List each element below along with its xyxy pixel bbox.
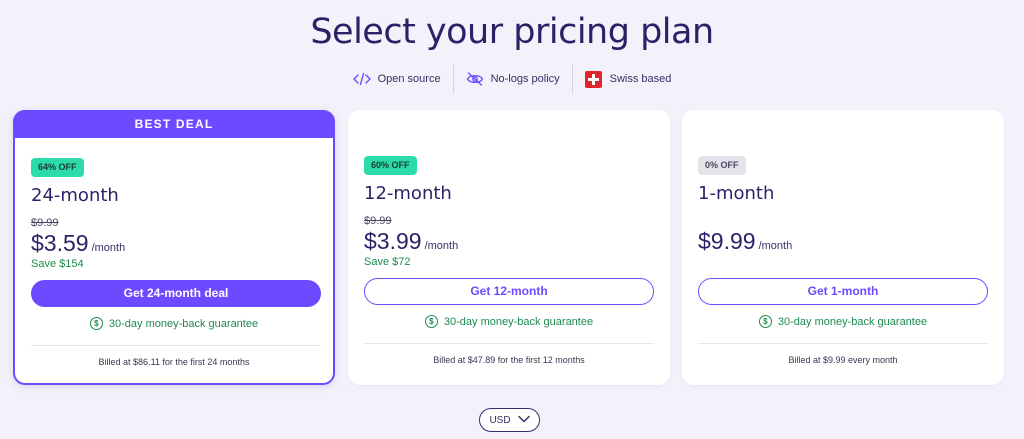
get-1-month-button[interactable]: Get 1-month: [698, 278, 988, 305]
price-amount: $3.59: [31, 230, 89, 256]
price-amount: $9.99: [698, 228, 756, 254]
billing-note: Billed at $9.99 every month: [788, 355, 898, 365]
feature-swiss-based: Swiss based: [571, 64, 684, 94]
guarantee-label: 30-day money-back guarantee: [777, 315, 928, 328]
price-row: $9.99 /month: [698, 228, 792, 255]
original-price: $9.99: [364, 215, 392, 227]
plan-name: 1-month: [698, 183, 775, 204]
page-title: Select your pricing plan: [310, 12, 714, 52]
feature-label: Swiss based: [609, 73, 672, 85]
price-period: /month: [424, 240, 459, 252]
plan-card-12-month: 60% OFF 12-month $9.99 $3.99 /month Save…: [348, 110, 670, 385]
best-deal-ribbon: BEST DEAL: [13, 110, 335, 138]
discount-badge: 60% OFF: [364, 156, 417, 175]
feature-list: Open source No-logs policy Swiss based: [0, 64, 1024, 94]
divider: [698, 343, 988, 344]
dollar-circle-icon: $: [758, 315, 772, 328]
code-icon: [352, 70, 371, 88]
discount-badge: 64% OFF: [31, 158, 84, 177]
feature-open-source: Open source: [341, 64, 453, 94]
swiss-flag-icon: [585, 70, 603, 88]
divider: [31, 345, 321, 346]
plan-name: 12-month: [364, 183, 452, 204]
price-amount: $3.99: [364, 228, 422, 254]
chevron-down-icon: [517, 415, 530, 426]
guarantee-label: 30-day money-back guarantee: [108, 317, 259, 330]
billing-note: Billed at $47.89 for the first 12 months: [433, 355, 585, 365]
billing-note: Billed at $86.11 for the first 24 months: [98, 357, 250, 367]
savings-text: Save $72: [364, 256, 411, 268]
get-12-month-button[interactable]: Get 12-month: [364, 278, 654, 305]
divider: [364, 343, 654, 344]
price-row: $3.99 /month: [364, 228, 458, 255]
currency-value: USD: [489, 414, 511, 426]
price-period: /month: [758, 240, 793, 252]
money-back-guarantee: $ 30-day money-back guarantee: [682, 315, 1004, 328]
plan-card-24-month: BEST DEAL 64% OFF 24-month $9.99 $3.59 /…: [13, 110, 335, 385]
savings-text: Save $154: [31, 258, 84, 270]
plan-card-1-month: 0% OFF 1-month $9.99 /month Get 1-month …: [682, 110, 1004, 385]
currency-selector[interactable]: USD: [479, 408, 540, 432]
price-row: $3.59 /month: [31, 230, 125, 257]
original-price: $9.99: [31, 217, 59, 229]
guarantee-label: 30-day money-back guarantee: [443, 315, 594, 328]
dollar-circle-icon: $: [89, 317, 103, 330]
price-period: /month: [91, 242, 126, 254]
money-back-guarantee: $ 30-day money-back guarantee: [15, 317, 333, 330]
feature-no-logs: No-logs policy: [452, 64, 572, 94]
plan-name: 24-month: [31, 185, 119, 206]
feature-label: No-logs policy: [490, 73, 560, 85]
dollar-circle-icon: $: [424, 315, 438, 328]
discount-badge: 0% OFF: [698, 156, 746, 175]
money-back-guarantee: $ 30-day money-back guarantee: [348, 315, 670, 328]
eye-slash-icon: [466, 70, 484, 88]
feature-label: Open source: [377, 73, 441, 85]
get-24-month-deal-button[interactable]: Get 24-month deal: [31, 280, 321, 307]
